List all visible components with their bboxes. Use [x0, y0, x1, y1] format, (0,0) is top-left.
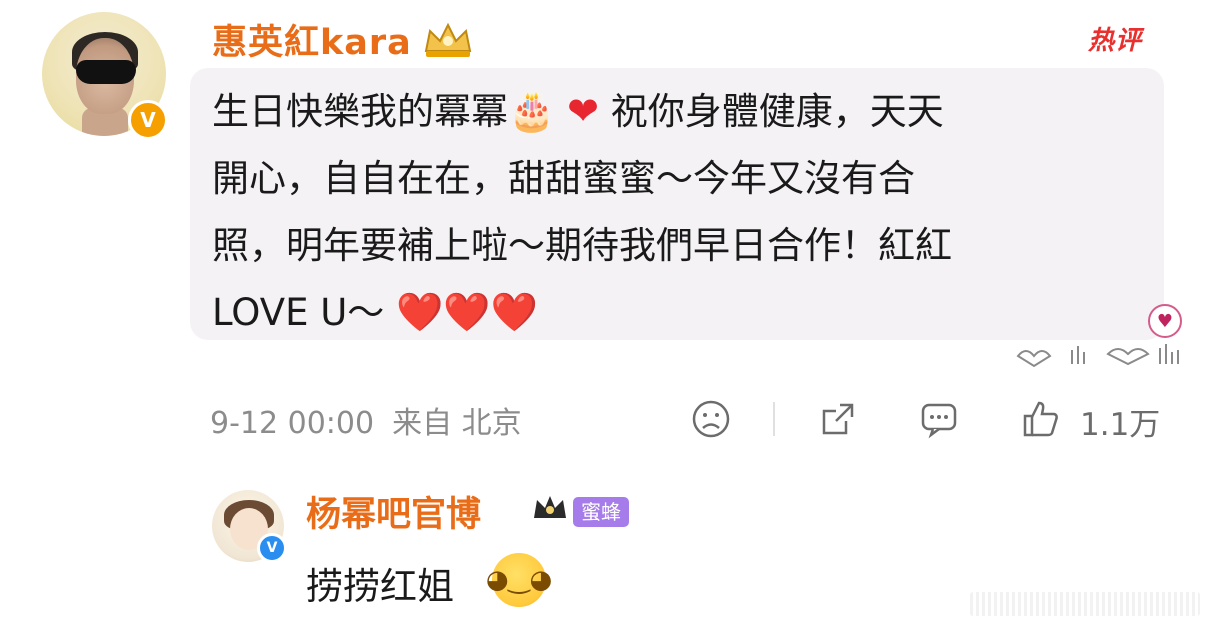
comment-line-1: 生日快樂我的冪冪: [212, 90, 508, 133]
fan-badge: 蜜蜂: [573, 497, 629, 527]
comment-header: 惠英紅kara: [212, 14, 474, 65]
sad-face-icon[interactable]: [690, 398, 732, 440]
crown-icon: [530, 488, 570, 528]
verified-badge-icon: V: [257, 533, 287, 563]
comment-icon[interactable]: [918, 398, 960, 440]
reply-text[interactable]: 捞捞红姐: [306, 556, 454, 610]
heart-icon: ❤: [567, 89, 599, 133]
location: 来自 北京: [392, 406, 522, 441]
hearts-icon: ❤️❤️❤️: [396, 290, 539, 334]
timestamp: 9-12 00:00: [210, 406, 375, 441]
heart-badge-icon[interactable]: ♥: [1148, 304, 1182, 338]
username[interactable]: 惠英紅kara: [212, 14, 412, 65]
hot-comment-badge: 热评: [1088, 26, 1143, 56]
comment-line-3: 照，明年要補上啦～期待我們早日合作！紅紅: [212, 224, 952, 267]
like-count: 1.1万: [1080, 407, 1161, 443]
reply-username[interactable]: 杨幂吧官博: [306, 486, 481, 537]
comment-line-2: 開心，自自在在，甜甜蜜蜜～今年又沒有合: [212, 157, 915, 200]
watermark: [970, 592, 1200, 616]
comment-line-4: LOVE U～: [212, 291, 385, 334]
verified-badge-icon: V: [128, 100, 168, 140]
divider: [773, 402, 775, 436]
comment-text[interactable]: 生日快樂我的冪冪🎂 ❤ 祝你身體健康，天天 開心，自自在在，甜甜蜜蜜～今年又沒有…: [212, 78, 1142, 346]
reaction-stickers[interactable]: [1014, 340, 1184, 368]
share-icon[interactable]: [817, 398, 859, 440]
pleading-face-icon: ◕‿◕: [486, 553, 552, 607]
comment-line-1b: 祝你身體健康，天天: [610, 90, 944, 133]
thumbs-up-icon[interactable]: [1020, 398, 1062, 440]
crown-icon: [422, 21, 474, 59]
cake-icon: 🎂: [508, 89, 556, 133]
comment-meta: 9-12 00:00 来自 北京: [210, 398, 540, 442]
